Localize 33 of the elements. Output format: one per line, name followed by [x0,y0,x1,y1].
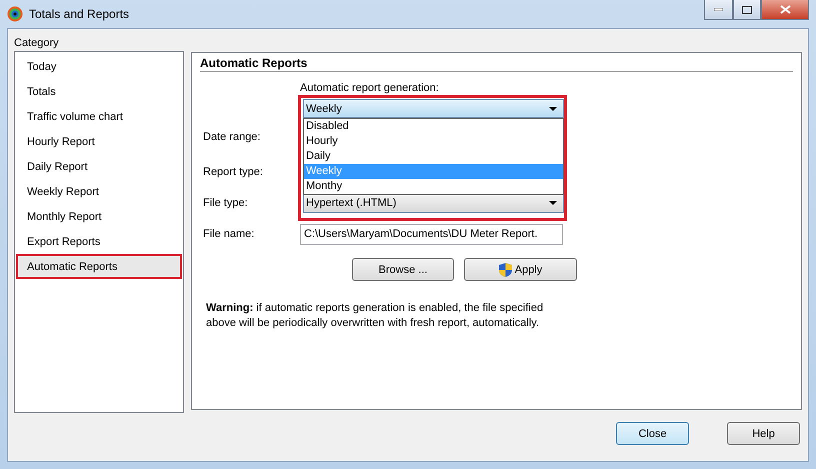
window-title: Totals and Reports [29,7,130,21]
close-icon [780,5,790,14]
category-item[interactable]: Automatic Reports [16,254,182,279]
generation-dropdown[interactable]: Weekly [303,99,564,118]
category-item[interactable]: Today [16,54,182,79]
category-item[interactable]: Traffic volume chart [16,104,182,129]
warning-text: Warning: if automatic reports generation is enabled, the file specified above will be periodically overwritten with fresh report, automatically. [206,301,544,331]
maximize-icon [742,6,752,14]
category-label: Category [14,37,60,49]
field-label: Report type: [203,166,264,178]
field-label: File type: [203,197,249,209]
dropdown-arrow-icon [549,201,557,205]
category-item[interactable]: Monthly Report [16,204,182,229]
generation-label: Automatic report generation: [300,82,440,96]
apply-button[interactable]: Apply [464,258,577,281]
app-logo-icon [7,6,23,22]
dropdown-arrow-icon [549,106,557,110]
category-item[interactable]: Weekly Report [16,179,182,204]
help-button[interactable]: Help [727,422,800,445]
field-label: File name: [203,228,256,240]
minimize-icon [714,8,723,11]
category-item[interactable]: Totals [16,79,182,104]
browse-button[interactable]: Browse ... [352,258,454,281]
category-item[interactable]: Export Reports [16,229,182,254]
maximize-button[interactable] [733,0,761,20]
file-name-field[interactable]: C:\Users\Maryam\Documents\DU Meter Report. [300,224,563,244]
close-dialog-button[interactable]: Close [616,422,689,445]
category-item[interactable]: Hourly Report [16,129,182,154]
panel-title: Automatic Reports [200,56,793,72]
field-label: Date range: [203,131,262,143]
minimize-button[interactable] [704,0,733,20]
close-button[interactable] [761,0,809,20]
category-item[interactable]: Daily Report [16,154,182,179]
